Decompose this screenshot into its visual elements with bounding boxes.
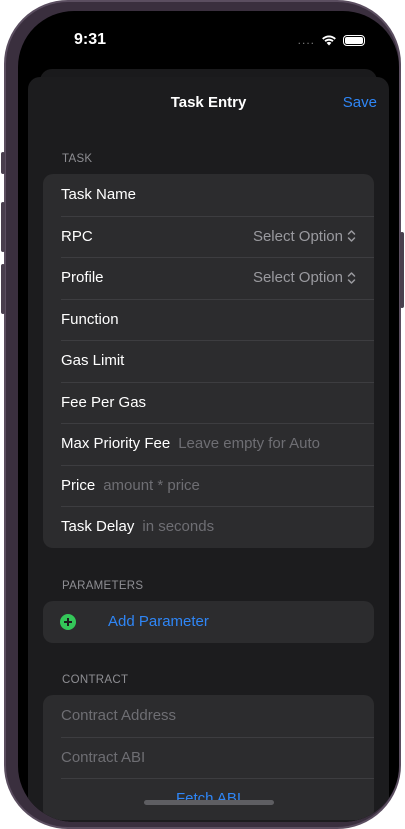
field-label: Profile	[61, 269, 104, 287]
field-label: Price	[61, 476, 96, 494]
section-header-contract: CONTRACT	[62, 674, 129, 686]
add-parameter-button[interactable]: Add Parameter	[43, 601, 374, 643]
picker-value: Select Option	[252, 269, 343, 287]
volume-down-button	[1, 264, 5, 314]
parameters-group: Add Parameter	[43, 601, 374, 643]
plus-circle-icon	[60, 613, 76, 630]
field-label: Fee Per Gas	[61, 393, 147, 411]
field-label: Task Delay	[61, 518, 135, 536]
field-label: Gas Limit	[61, 352, 125, 370]
field-label: Max Priority Fee	[61, 435, 171, 453]
fetch-abi-button[interactable]: Fetch ABI	[43, 778, 374, 820]
section-header-task: TASK	[62, 153, 93, 165]
function-field[interactable]: Function	[43, 298, 374, 341]
field-placeholder: amount * price	[103, 476, 200, 494]
field-placeholder: Leave empty for Auto	[178, 435, 320, 453]
field-label: Task Name	[61, 186, 137, 204]
profile-row: Profile Select Option	[43, 257, 374, 299]
wifi-icon	[322, 35, 336, 46]
add-parameter-label: Add Parameter	[108, 613, 209, 631]
field-placeholder: in seconds	[142, 518, 215, 536]
task-name-field[interactable]: Task Name	[43, 174, 374, 216]
home-indicator[interactable]	[144, 800, 274, 805]
status-icons: ....	[298, 33, 365, 47]
save-button[interactable]: Save	[343, 94, 377, 111]
battery-icon	[343, 34, 365, 46]
section-header-parameters: PARAMETERS	[62, 580, 144, 592]
price-field[interactable]: Price amount * price	[43, 464, 374, 507]
rpc-picker[interactable]: Select Option	[253, 228, 356, 245]
device-frame: 9:31 .... Task Entry Save TASK Task Name	[1, 0, 404, 829]
page-title: Task Entry	[170, 94, 247, 111]
rpc-row: RPC Select Option	[43, 215, 374, 258]
task-entry-sheet: Task Entry Save TASK Task Name RPC Selec…	[28, 77, 389, 822]
contract-address-field[interactable]: Contract Address	[43, 695, 374, 737]
task-delay-field[interactable]: Task Delay in seconds	[43, 506, 374, 548]
task-group: Task Name RPC Select Option Profile Sele…	[43, 174, 374, 548]
power-button	[400, 232, 404, 308]
picker-value: Select Option	[252, 227, 343, 245]
field-label: Function	[61, 310, 119, 328]
gas-limit-field[interactable]: Gas Limit	[43, 340, 374, 382]
status-time: 9:31	[74, 31, 107, 48]
volume-up-button	[1, 202, 5, 252]
screen: 9:31 .... Task Entry Save TASK Task Name	[18, 11, 399, 822]
chevron-up-down-icon	[347, 272, 356, 284]
chevron-up-down-icon	[347, 230, 356, 242]
field-placeholder: Contract Address	[61, 707, 177, 725]
field-placeholder: Contract ABI	[61, 748, 146, 766]
fee-per-gas-field[interactable]: Fee Per Gas	[43, 381, 374, 424]
action-button	[1, 152, 5, 174]
max-priority-fee-field[interactable]: Max Priority Fee Leave empty for Auto	[43, 423, 374, 465]
field-label: RPC	[61, 227, 93, 245]
signal-icon: ....	[297, 33, 315, 47]
profile-picker[interactable]: Select Option	[253, 269, 356, 286]
contract-abi-field[interactable]: Contract ABI	[43, 736, 374, 779]
